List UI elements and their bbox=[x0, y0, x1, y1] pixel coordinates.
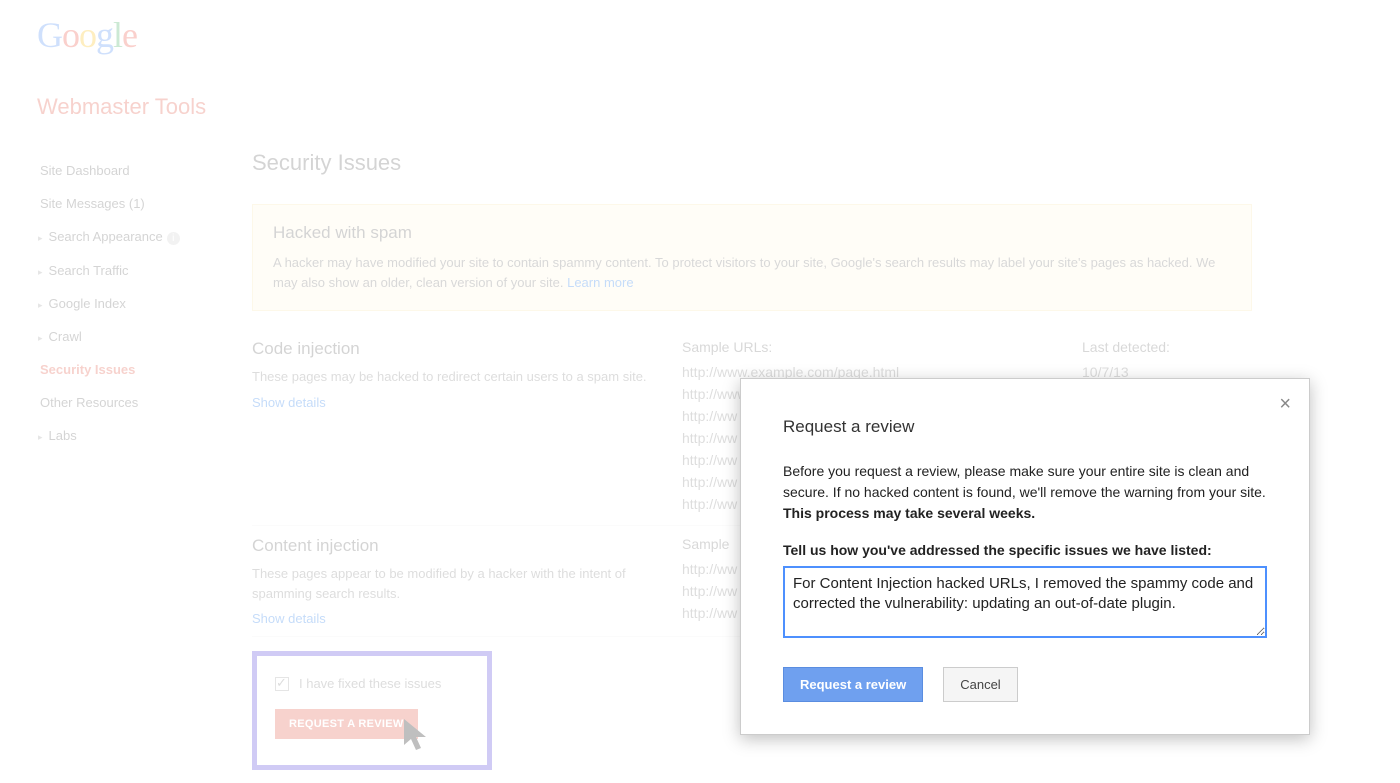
alert-title: Hacked with spam bbox=[273, 223, 1231, 243]
modal-request-review-button[interactable]: Request a review bbox=[783, 667, 923, 702]
close-icon[interactable]: × bbox=[1279, 393, 1291, 416]
sidebar-item-messages[interactable]: Site Messages (1) bbox=[30, 187, 230, 220]
alert-hacked-spam: Hacked with spam A hacker may have modif… bbox=[252, 204, 1252, 311]
request-review-button[interactable]: REQUEST A REVIEW bbox=[275, 709, 418, 739]
show-details-link[interactable]: Show details bbox=[252, 395, 662, 410]
sidebar-item-search-appearance[interactable]: Search Appearancei bbox=[30, 220, 230, 254]
page-title: Security Issues bbox=[252, 150, 1252, 176]
alert-body: A hacker may have modified your site to … bbox=[273, 253, 1231, 292]
fixed-label: I have fixed these issues bbox=[299, 676, 441, 691]
issue-desc: These pages may be hacked to redirect ce… bbox=[252, 367, 662, 387]
sidebar-item-crawl[interactable]: Crawl bbox=[30, 320, 230, 353]
sidebar-item-google-index[interactable]: Google Index bbox=[30, 287, 230, 320]
google-logo: Google bbox=[37, 14, 137, 56]
sidebar-item-dashboard[interactable]: Site Dashboard bbox=[30, 154, 230, 187]
cursor-icon bbox=[402, 717, 432, 753]
sidebar-item-security-issues[interactable]: Security Issues bbox=[30, 353, 230, 386]
sidebar-item-other-resources[interactable]: Other Resources bbox=[30, 386, 230, 419]
sidebar: Site Dashboard Site Messages (1) Search … bbox=[30, 154, 230, 452]
modal-title: Request a review bbox=[783, 417, 1267, 437]
modal-description: Before you request a review, please make… bbox=[783, 461, 1267, 524]
sidebar-item-search-traffic[interactable]: Search Traffic bbox=[30, 254, 230, 287]
col-sample-urls: Sample URLs: bbox=[682, 339, 1082, 361]
show-details-link[interactable]: Show details bbox=[252, 611, 662, 626]
col-last-detected: Last detected: bbox=[1082, 339, 1232, 361]
issue-desc: These pages appear to be modified by a h… bbox=[252, 564, 662, 603]
request-review-modal: × Request a review Before you request a … bbox=[740, 378, 1310, 735]
confirm-box: I have fixed these issues REQUEST A REVI… bbox=[252, 651, 492, 770]
modal-textarea-label: Tell us how you've addressed the specifi… bbox=[783, 542, 1267, 558]
sidebar-item-labs[interactable]: Labs bbox=[30, 419, 230, 452]
issue-title: Code injection bbox=[252, 339, 662, 359]
review-details-textarea[interactable] bbox=[783, 566, 1267, 638]
info-icon: i bbox=[167, 232, 180, 245]
fixed-checkbox[interactable] bbox=[275, 677, 289, 691]
issue-title: Content injection bbox=[252, 536, 662, 556]
product-title: Webmaster Tools bbox=[37, 94, 206, 120]
modal-cancel-button[interactable]: Cancel bbox=[943, 667, 1017, 702]
learn-more-link[interactable]: Learn more bbox=[567, 275, 633, 290]
